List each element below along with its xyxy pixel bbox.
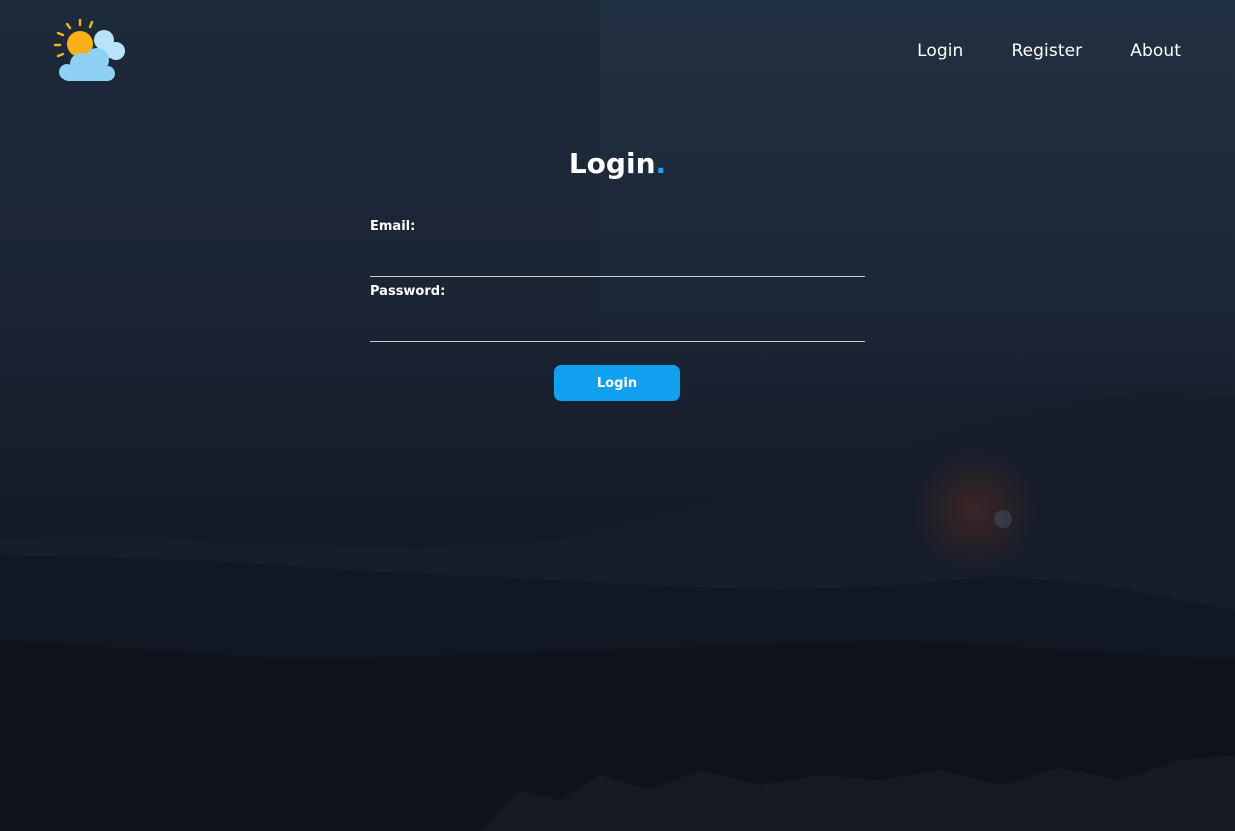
nav-link-login[interactable]: Login	[917, 41, 963, 61]
email-label: Email:	[370, 219, 416, 234]
main-nav: Login Register About	[917, 41, 1181, 61]
page-title: Login.	[0, 147, 1235, 180]
background-landscape	[0, 0, 1235, 831]
login-button[interactable]: Login	[554, 365, 680, 401]
top-header: Login Register About	[0, 0, 1235, 100]
page-title-text: Login	[568, 147, 656, 180]
page-title-dot: .	[655, 147, 667, 180]
login-form: Email: Password:	[370, 219, 865, 342]
nav-link-register[interactable]: Register	[1011, 41, 1082, 61]
weather-sun-cloud-icon[interactable]	[53, 18, 127, 84]
password-label: Password:	[370, 284, 446, 299]
password-field[interactable]	[370, 302, 865, 342]
email-field[interactable]	[370, 237, 865, 277]
nav-link-about[interactable]: About	[1130, 41, 1181, 61]
